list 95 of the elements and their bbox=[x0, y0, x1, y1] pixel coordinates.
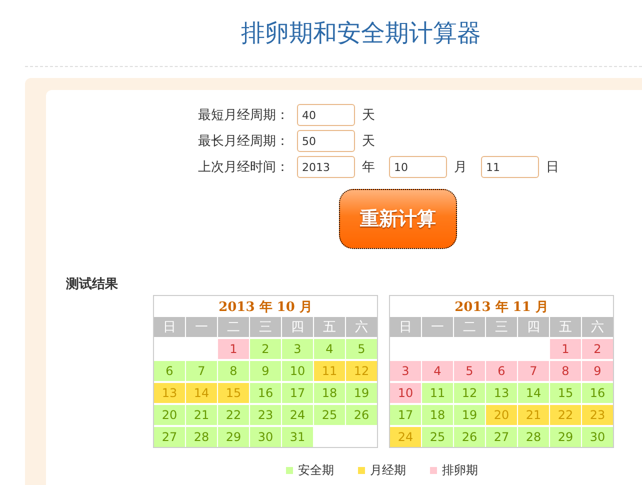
day-cell: 18 bbox=[422, 405, 453, 425]
weekday-header: 一 bbox=[422, 317, 453, 337]
weekday-header: 五 bbox=[314, 317, 345, 337]
page-title: 排卵期和安全期计算器 bbox=[240, 18, 482, 49]
day-cell: 13 bbox=[154, 383, 185, 403]
weekday-header: 日 bbox=[154, 317, 185, 337]
day-cell: 19 bbox=[454, 405, 485, 425]
input-field[interactable]: 50 bbox=[297, 130, 355, 152]
day-cell: 25 bbox=[422, 427, 453, 447]
day-cell: 21 bbox=[518, 405, 549, 425]
day-cell: 1 bbox=[550, 339, 581, 359]
day-cell: 31 bbox=[282, 427, 313, 447]
day-cell: 5 bbox=[346, 339, 377, 359]
unit-label: 年 bbox=[362, 159, 375, 176]
day-cell: 29 bbox=[550, 427, 581, 447]
weekday-header: 一 bbox=[186, 317, 217, 337]
results-heading: 测试结果 bbox=[66, 276, 119, 293]
day-cell: 28 bbox=[186, 427, 217, 447]
input-field[interactable]: 40 bbox=[297, 104, 355, 126]
unit-label: 天 bbox=[362, 107, 375, 124]
day-cell: 16 bbox=[250, 383, 281, 403]
day-cell: 12 bbox=[454, 383, 485, 403]
day-cell: 24 bbox=[282, 405, 313, 425]
day-cell: 21 bbox=[186, 405, 217, 425]
weekday-header: 四 bbox=[282, 317, 313, 337]
day-cell: 11 bbox=[314, 361, 345, 381]
day-cell: 9 bbox=[250, 361, 281, 381]
day-cell: 7 bbox=[186, 361, 217, 381]
day-cell: 23 bbox=[250, 405, 281, 425]
weekday-header: 三 bbox=[486, 317, 517, 337]
legend-label: 安全期 bbox=[298, 462, 334, 479]
day-cell: 3 bbox=[282, 339, 313, 359]
unit-label: 月 bbox=[454, 159, 467, 176]
calendar-title: 2013 年 10 月 bbox=[218, 298, 314, 316]
day-cell: 30 bbox=[250, 427, 281, 447]
day-cell: 16 bbox=[582, 383, 613, 403]
day-cell: 2 bbox=[250, 339, 281, 359]
day-cell: 20 bbox=[154, 405, 185, 425]
day-cell: 10 bbox=[282, 361, 313, 381]
weekday-header: 六 bbox=[346, 317, 377, 337]
day-cell: 27 bbox=[154, 427, 185, 447]
day-cell: 10 bbox=[390, 383, 421, 403]
unit-label: 天 bbox=[362, 133, 375, 150]
day-cell: 20 bbox=[486, 405, 517, 425]
day-cell: 24 bbox=[390, 427, 421, 447]
input-field[interactable]: 11 bbox=[481, 156, 539, 178]
input-field[interactable]: 10 bbox=[389, 156, 447, 178]
day-cell: 1 bbox=[218, 339, 249, 359]
day-cell: 18 bbox=[314, 383, 345, 403]
day-cell: 27 bbox=[486, 427, 517, 447]
weekday-header: 二 bbox=[218, 317, 249, 337]
input-field[interactable]: 2013 bbox=[297, 156, 355, 178]
day-cell: 30 bbox=[582, 427, 613, 447]
day-cell: 17 bbox=[390, 405, 421, 425]
day-cell: 8 bbox=[218, 361, 249, 381]
day-cell: 5 bbox=[454, 361, 485, 381]
day-cell: 7 bbox=[518, 361, 549, 381]
weekday-header: 六 bbox=[582, 317, 613, 337]
weekday-header: 二 bbox=[454, 317, 485, 337]
day-cell: 15 bbox=[550, 383, 581, 403]
day-cell: 22 bbox=[218, 405, 249, 425]
day-cell: 4 bbox=[422, 361, 453, 381]
legend-label: 月经期 bbox=[370, 462, 406, 479]
weekday-header: 四 bbox=[518, 317, 549, 337]
weekday-header: 五 bbox=[550, 317, 581, 337]
legend-label: 排卵期 bbox=[442, 462, 478, 479]
day-cell: 19 bbox=[346, 383, 377, 403]
day-cell: 26 bbox=[454, 427, 485, 447]
field-label: 最长月经周期： bbox=[198, 133, 290, 150]
day-cell: 13 bbox=[486, 383, 517, 403]
field-label: 最短月经周期： bbox=[198, 107, 290, 124]
day-cell: 15 bbox=[218, 383, 249, 403]
day-cell: 3 bbox=[390, 361, 421, 381]
day-cell: 9 bbox=[582, 361, 613, 381]
day-cell: 4 bbox=[314, 339, 345, 359]
day-cell: 29 bbox=[218, 427, 249, 447]
day-cell: 14 bbox=[518, 383, 549, 403]
weekday-header: 三 bbox=[250, 317, 281, 337]
day-cell: 28 bbox=[518, 427, 549, 447]
day-cell: 6 bbox=[154, 361, 185, 381]
day-cell: 25 bbox=[314, 405, 345, 425]
day-cell: 26 bbox=[346, 405, 377, 425]
day-cell: 23 bbox=[582, 405, 613, 425]
day-cell: 11 bbox=[422, 383, 453, 403]
day-cell: 8 bbox=[550, 361, 581, 381]
unit-label: 日 bbox=[546, 159, 559, 176]
day-cell: 12 bbox=[346, 361, 377, 381]
day-cell: 17 bbox=[282, 383, 313, 403]
day-cell: 6 bbox=[486, 361, 517, 381]
day-cell: 2 bbox=[582, 339, 613, 359]
day-cell: 22 bbox=[550, 405, 581, 425]
calendar-title: 2013 年 11 月 bbox=[454, 298, 550, 316]
day-cell: 14 bbox=[186, 383, 217, 403]
field-label: 上次月经时间： bbox=[198, 159, 290, 176]
weekday-header: 日 bbox=[390, 317, 421, 337]
